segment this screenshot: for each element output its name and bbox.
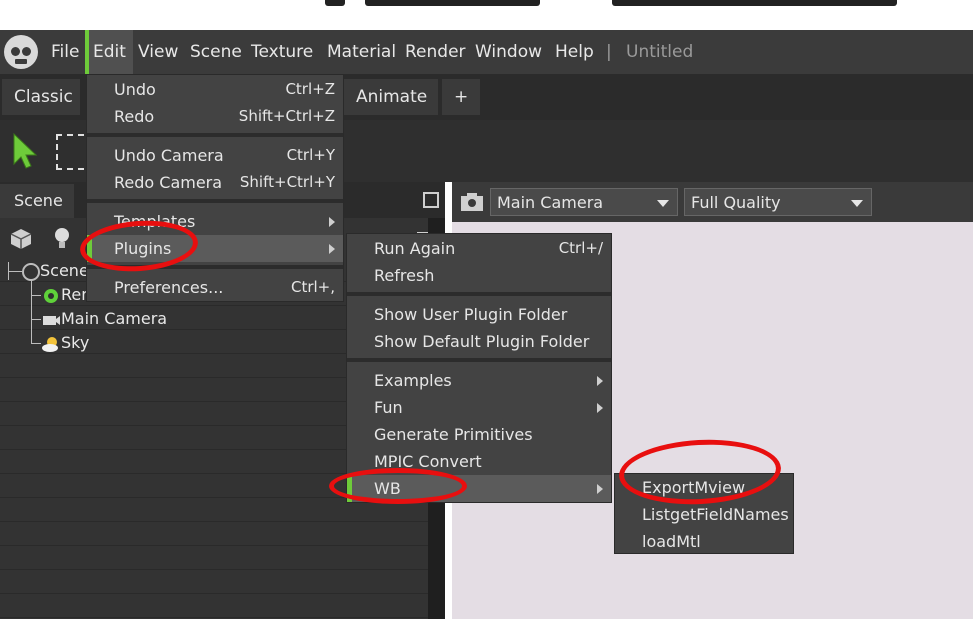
quality-dropdown-value: Full Quality: [691, 193, 781, 212]
menu-file[interactable]: File: [51, 30, 79, 74]
scribble-mark: [612, 0, 897, 6]
tree-item-scene[interactable]: Scene: [22, 261, 89, 281]
menu-item-label: Show Default Plugin Folder: [374, 332, 590, 351]
menu-item-examples[interactable]: Examples: [347, 367, 611, 394]
menu-item-label: Undo Camera: [114, 146, 224, 165]
quality-dropdown[interactable]: Full Quality: [684, 188, 872, 216]
menu-item-undo-camera[interactable]: Undo Camera Ctrl+Y: [87, 142, 343, 169]
submenu-arrow-icon: [329, 244, 335, 254]
camera-dropdown[interactable]: Main Camera: [490, 188, 678, 216]
tree-line: [31, 280, 32, 343]
submenu-arrow-icon: [597, 484, 603, 494]
scribble-mark: [325, 0, 345, 6]
menu-divider: [347, 292, 611, 296]
top-strip: [0, 0, 973, 30]
menu-item-shortcut: Ctrl+Z: [285, 80, 335, 98]
menu-item-loadmtl[interactable]: loadMtl: [615, 528, 793, 555]
camera-tree-icon: [43, 315, 60, 325]
tab-scene[interactable]: Scene: [0, 184, 74, 218]
menu-item-refresh[interactable]: Refresh: [347, 262, 611, 289]
menu-item-run-again[interactable]: Run Again Ctrl+/: [347, 235, 611, 262]
camera-dropdown-value: Main Camera: [497, 193, 604, 212]
menu-item-label: Preferences...: [114, 278, 224, 297]
menu-item-shortcut: Shift+Ctrl+Z: [238, 107, 335, 125]
menu-item-fun[interactable]: Fun: [347, 394, 611, 421]
tree-line: [31, 343, 41, 344]
menu-view[interactable]: View: [138, 30, 178, 74]
tree-line: [8, 271, 22, 272]
menu-item-label: Generate Primitives: [374, 425, 533, 444]
menu-item-label: Fun: [374, 398, 403, 417]
menu-item-label: ListgetFieldNames: [642, 505, 789, 524]
menu-item-undo[interactable]: Undo Ctrl+Z: [87, 76, 343, 103]
annotation-circle-wb: [329, 468, 467, 504]
menu-item-redo[interactable]: Redo Shift+Ctrl+Z: [87, 103, 343, 130]
menu-item-shortcut: Ctrl+/: [558, 239, 603, 257]
submenu-arrow-icon: [597, 376, 603, 386]
tree-item-label: Main Camera: [61, 309, 168, 328]
logo-eye: [11, 47, 20, 56]
popout-icon[interactable]: [423, 192, 439, 208]
menu-item-shortcut: Shift+Ctrl+Y: [239, 173, 335, 191]
tree-line: [31, 319, 41, 320]
cube-icon[interactable]: [9, 227, 33, 251]
rect-select-icon[interactable]: [56, 134, 84, 170]
tab-animate[interactable]: Animate: [344, 79, 438, 115]
menu-item-label: Show User Plugin Folder: [374, 305, 568, 324]
light-icon[interactable]: [52, 226, 72, 252]
menu-divider: [87, 133, 343, 137]
tree-item-label: Sky: [61, 333, 90, 352]
menu-separator: |: [606, 42, 612, 62]
tree-line: [31, 295, 41, 296]
scribble-mark: [365, 0, 540, 6]
menu-render[interactable]: Render: [405, 30, 466, 74]
select-arrow-icon[interactable]: [12, 132, 38, 170]
menu-item-label: loadMtl: [642, 532, 701, 551]
logo-eye: [22, 47, 31, 56]
tree-item-main-camera[interactable]: Main Camera: [41, 309, 167, 330]
menu-item-label: Redo: [114, 107, 155, 126]
scene-root-icon: [22, 262, 40, 281]
menu-item-shortcut: Ctrl+Y: [286, 146, 335, 164]
menu-item-preferences[interactable]: Preferences... Ctrl+,: [87, 274, 343, 301]
tab-classic[interactable]: Classic: [2, 79, 80, 115]
menu-item-show-default-plugin-folder[interactable]: Show Default Plugin Folder: [347, 328, 611, 355]
menu-item-listgetfieldnames[interactable]: ListgetFieldNames: [615, 501, 793, 528]
render-gear-icon: [44, 288, 58, 303]
menu-material[interactable]: Material: [327, 30, 396, 74]
chevron-down-icon: [851, 200, 863, 207]
toolbag-logo-icon[interactable]: [4, 35, 38, 69]
menu-help[interactable]: Help: [555, 30, 594, 74]
menu-item-show-user-plugin-folder[interactable]: Show User Plugin Folder: [347, 301, 611, 328]
menu-item-shortcut: Ctrl+,: [290, 278, 335, 296]
camera-icon[interactable]: [460, 192, 484, 212]
menu-item-redo-camera[interactable]: Redo Camera Shift+Ctrl+Y: [87, 169, 343, 196]
add-tab-button[interactable]: +: [442, 79, 480, 115]
sky-icon: [42, 336, 58, 352]
menu-item-label: Redo Camera: [114, 173, 223, 192]
menu-texture[interactable]: Texture: [251, 30, 313, 74]
menu-item-label: Examples: [374, 371, 452, 390]
menu-divider: [347, 358, 611, 362]
document-title: Untitled: [626, 42, 694, 62]
chevron-down-icon: [657, 200, 669, 207]
plugins-menu: Run Again Ctrl+/ Refresh Show User Plugin…: [346, 233, 612, 503]
submenu-arrow-icon: [329, 217, 335, 227]
menu-item-label: Undo: [114, 80, 156, 99]
menu-item-generate-primitives[interactable]: Generate Primitives: [347, 421, 611, 448]
tree-item-label: Scene: [40, 261, 89, 280]
menu-scene[interactable]: Scene: [190, 30, 242, 74]
submenu-arrow-icon: [597, 403, 603, 413]
menu-item-label: Refresh: [374, 266, 435, 285]
menu-item-label: Run Again: [374, 239, 456, 258]
menu-divider: [87, 199, 343, 203]
logo-mouth: [15, 59, 27, 64]
menu-edit[interactable]: Edit: [85, 30, 133, 74]
menu-window[interactable]: Window: [475, 30, 542, 74]
tree-item-sky[interactable]: Sky: [41, 333, 89, 354]
